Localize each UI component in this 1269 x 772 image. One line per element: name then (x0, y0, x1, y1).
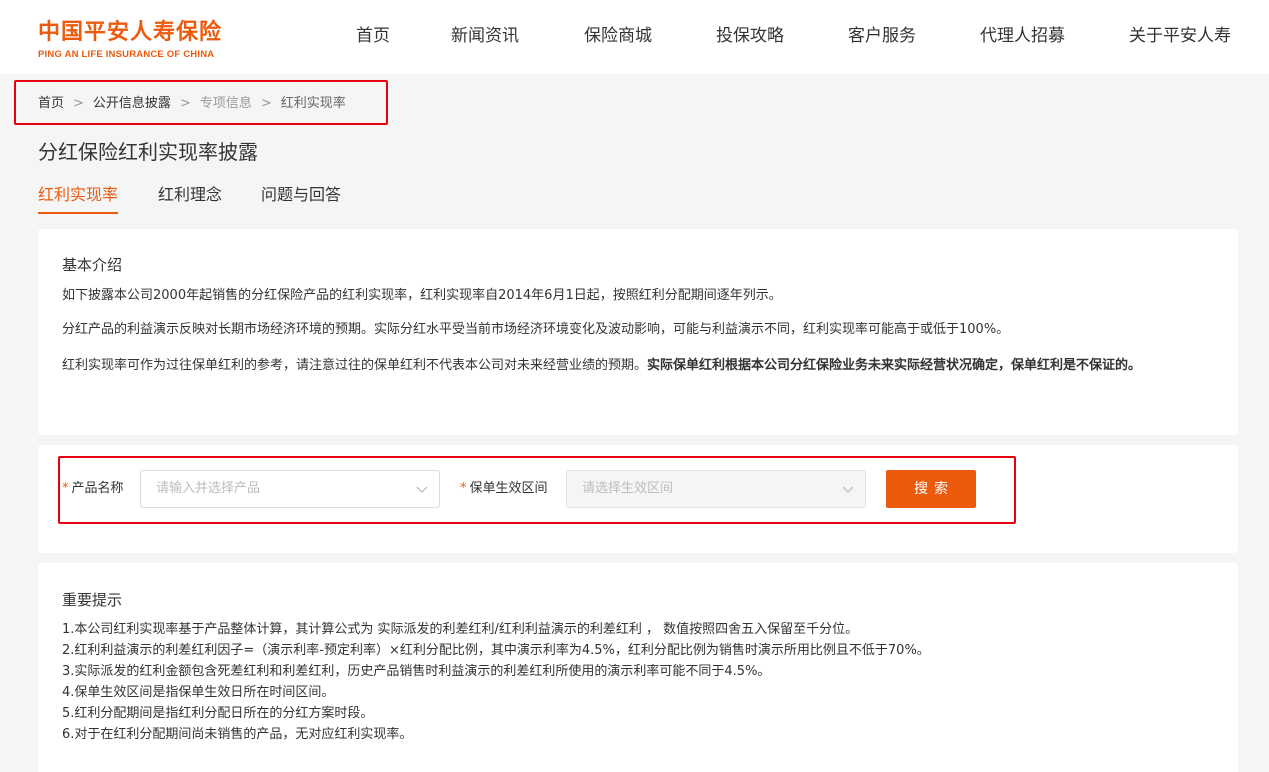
page-title: 分红保险红利实现率披露 (38, 140, 258, 164)
nav-item-news[interactable]: 新闻资讯 (451, 24, 519, 48)
notice-item: 3.实际派发的红利金额包含死差红利和利差红利，历史产品销售时利益演示的利差红利所… (62, 664, 771, 679)
notice-item: 4.保单生效区间是指保单生效日所在时间区间。 (62, 685, 335, 700)
nav-item-guide[interactable]: 投保攻略 (716, 24, 784, 48)
chevron-down-icon (416, 486, 428, 493)
breadcrumb-current: 红利实现率 (280, 96, 346, 111)
tab-faq[interactable]: 问题与回答 (261, 183, 341, 207)
tab-dividend-concept[interactable]: 红利理念 (158, 183, 222, 207)
intro-paragraph-3: 红利实现率可作为过往保单红利的参考，请注意过往的保单红利不代表本公司对未来经营业… (62, 356, 1212, 376)
logo-english-text: PING AN LIFE INSURANCE OF CHINA (38, 49, 215, 60)
product-name-label-text: 产品名称 (71, 481, 124, 496)
notice-item: 6.对于在红利分配期间尚未销售的产品，无对应红利实现率。 (62, 727, 413, 742)
notice-item: 5.红利分配期间是指红利分配日所在的分红方案时段。 (62, 706, 374, 721)
product-name-placeholder: 请输入并选择产品 (156, 481, 261, 496)
breadcrumb-separator: > (73, 96, 84, 111)
effective-period-label-text: 保单生效区间 (469, 481, 548, 496)
intro-card: 基本介绍 如下披露本公司2000年起销售的分红保险产品的红利实现率，红利实现率自… (38, 229, 1238, 435)
effective-period-select[interactable]: 请选择生效区间 (566, 470, 866, 508)
intro-paragraph-3-text: 红利实现率可作为过往保单红利的参考，请注意过往的保单红利不代表本公司对未来经营业… (62, 358, 648, 373)
required-mark: * (62, 481, 69, 496)
breadcrumb-separator: > (260, 96, 272, 111)
intro-paragraph-2: 分红产品的利益演示反映对长期市场经济环境的预期。实际分红水平受当前市场经济环境变… (62, 322, 1010, 337)
search-card: * 产品名称 请输入并选择产品 * 保单生效区间 请选择生效区间 搜索 (38, 445, 1238, 553)
notice-title: 重要提示 (62, 591, 123, 609)
breadcrumb-disclosure[interactable]: 公开信息披露 (93, 96, 171, 111)
chevron-down-icon (842, 486, 854, 493)
breadcrumb-home[interactable]: 首页 (38, 96, 64, 111)
breadcrumb: 首页 > 公开信息披露 > 专项信息 > 红利实现率 (38, 95, 346, 113)
product-name-label: * 产品名称 (62, 480, 124, 498)
intro-title: 基本介绍 (62, 256, 123, 274)
active-tab-underline (38, 212, 118, 214)
breadcrumb-separator: > (179, 96, 191, 111)
breadcrumb-special-info[interactable]: 专项信息 (200, 96, 252, 111)
tab-dividend-rate[interactable]: 红利实现率 (38, 183, 118, 207)
notice-item: 1.本公司红利实现率基于产品整体计算，其计算公式为 实际派发的利差红利/红利利益… (62, 622, 859, 637)
notice-card: 重要提示 1.本公司红利实现率基于产品整体计算，其计算公式为 实际派发的利差红利… (38, 563, 1238, 772)
product-name-select[interactable]: 请输入并选择产品 (140, 470, 440, 508)
nav-item-about[interactable]: 关于平安人寿 (1129, 24, 1231, 48)
effective-period-label: * 保单生效区间 (460, 480, 548, 498)
main-nav: 首页 新闻资讯 保险商城 投保攻略 客户服务 代理人招募 关于平安人寿 (0, 24, 1269, 48)
nav-item-home[interactable]: 首页 (356, 24, 390, 48)
nav-item-service[interactable]: 客户服务 (848, 24, 916, 48)
notice-item: 2.红利利益演示的利差红利因子=（演示利率-预定利率）×红利分配比例，其中演示利… (62, 643, 930, 658)
intro-paragraph-3-emphasis: 实际保单红利根据本公司分红保险业务未来实际经营状况确定，保单红利是不保证的。 (647, 358, 1142, 373)
nav-item-agent-recruit[interactable]: 代理人招募 (980, 24, 1065, 48)
search-button[interactable]: 搜索 (886, 470, 976, 508)
effective-period-placeholder: 请选择生效区间 (582, 481, 674, 496)
required-mark: * (460, 481, 467, 496)
site-header: 中国平安人寿保险 PING AN LIFE INSURANCE OF CHINA… (0, 0, 1269, 74)
nav-item-shop[interactable]: 保险商城 (584, 24, 652, 48)
intro-paragraph-1: 如下披露本公司2000年起销售的分红保险产品的红利实现率，红利实现率自2014年… (62, 288, 782, 303)
